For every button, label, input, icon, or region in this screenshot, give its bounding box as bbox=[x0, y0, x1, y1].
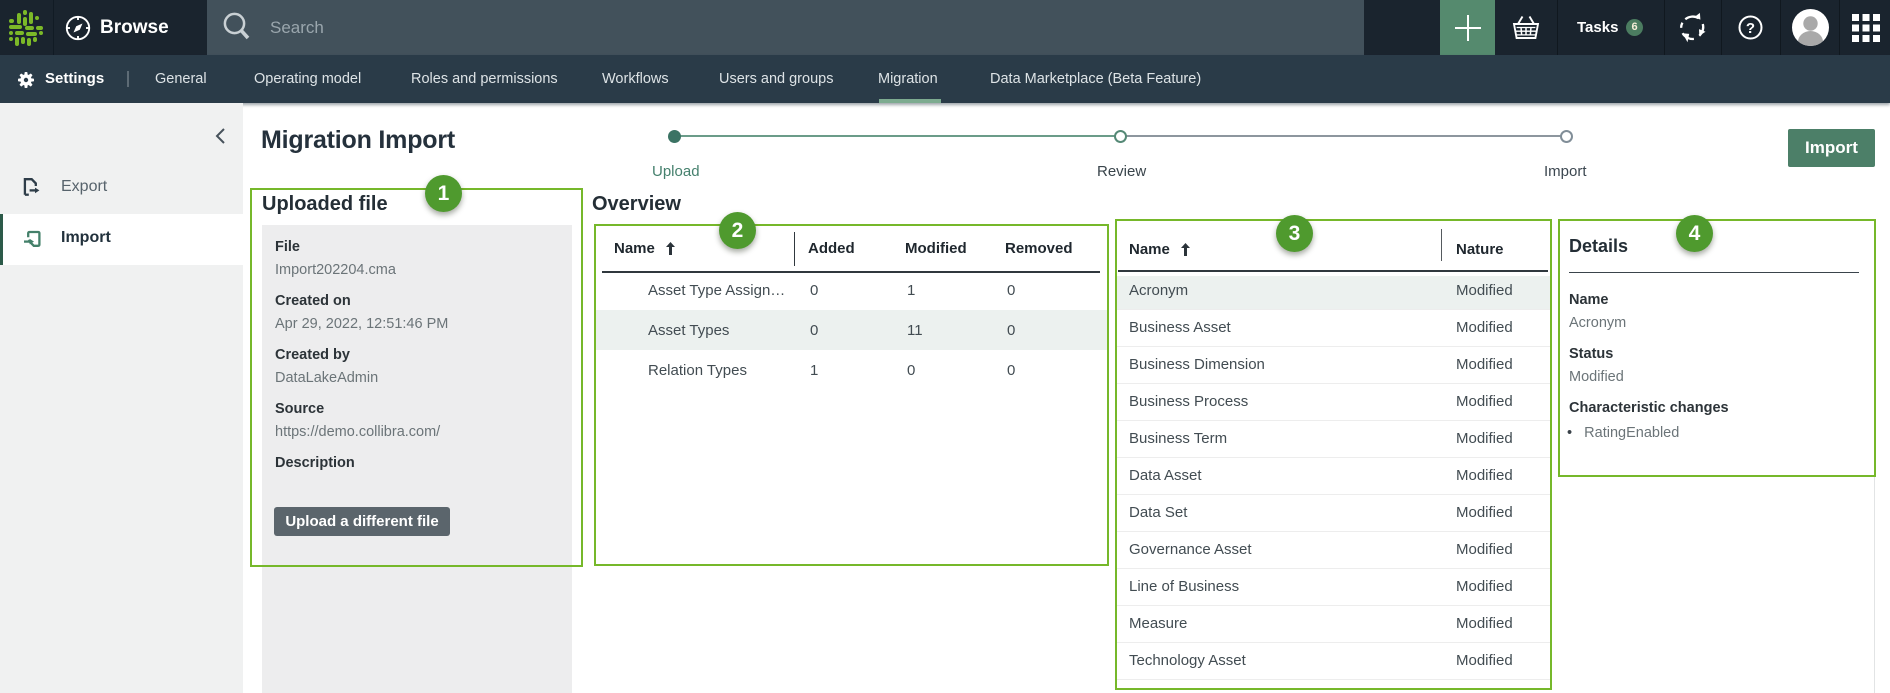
svg-text:?: ? bbox=[1746, 20, 1755, 37]
